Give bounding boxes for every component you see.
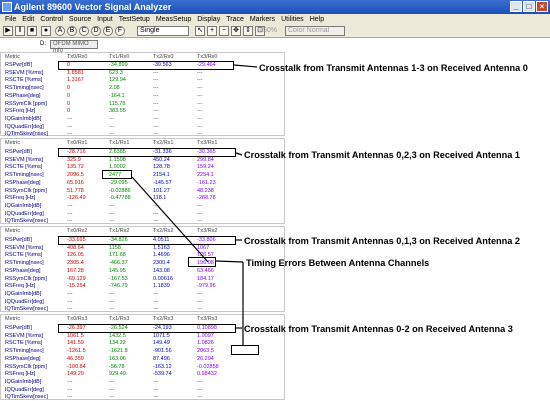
connector-timing-2 xyxy=(215,260,244,263)
connector-timing-1 xyxy=(131,176,209,263)
connector-rx1 xyxy=(235,152,243,156)
annotation-rx3: Crosstalk from Transmit Antennas 0-2 on … xyxy=(244,324,513,334)
annotation-timing: Timing Errors Between Antenna Channels xyxy=(246,258,430,268)
annotation-rx2: Crosstalk from Transmit Antennas 0,1,3 o… xyxy=(244,236,521,246)
annotation-rx1: Crosstalk from Transmit Antennas 0,2,3 o… xyxy=(244,150,521,160)
connector-rx0 xyxy=(233,64,258,68)
annotation-rx0: Crosstalk from Transmit Antennas 1-3 on … xyxy=(259,63,528,73)
annotation-connectors xyxy=(131,64,258,345)
